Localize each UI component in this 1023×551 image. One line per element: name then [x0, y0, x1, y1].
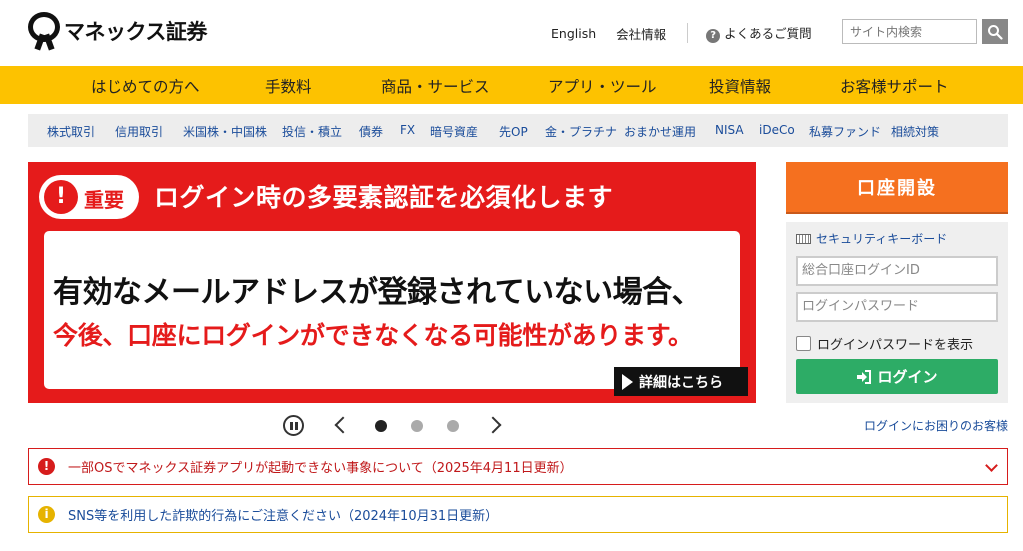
divider — [687, 23, 689, 43]
notice-text: 一部OSでマネックス証券アプリが起動できない事象について（2025年4月11日更… — [68, 461, 573, 476]
main-nav-investment-info[interactable]: 投資情報 — [709, 75, 771, 97]
banner-detail-button[interactable]: 詳細はこちら — [614, 367, 748, 396]
pause-button[interactable] — [283, 415, 304, 436]
sub-nav: 株式取引 信用取引 米国株・中国株 投信・積立 債券 FX 暗号資産 先OP 金… — [28, 114, 1008, 147]
login-panel: セキュリティキーボード 総合口座ログインID ログインパスワード ログインパスワ… — [786, 222, 1008, 403]
hero-banner[interactable]: ! 重要 ログイン時の多要素認証を必須化します 有効なメールアドレスが登録されて… — [28, 162, 756, 403]
sub-nav-item[interactable]: 暗号資産 — [430, 123, 478, 140]
main-nav: はじめての方へ 手数料 商品・サービス アプリ・ツール 投資情報 お客様サポート — [0, 66, 1023, 104]
main-nav-support[interactable]: お客様サポート — [840, 75, 949, 97]
faq-label: よくあるご質問 — [724, 26, 812, 41]
utility-links: English 会社情報 ? よくあるご質問 — [551, 23, 812, 43]
keyboard-icon — [796, 233, 811, 244]
exclamation-icon: ! — [44, 180, 78, 214]
sub-nav-item[interactable]: 株式取引 — [47, 123, 95, 140]
sub-nav-item[interactable]: iDeCo — [759, 123, 795, 137]
chevron-down-icon[interactable] — [985, 459, 998, 472]
sub-nav-item[interactable]: おまかせ運用 — [624, 123, 696, 140]
security-keyboard-link[interactable]: セキュリティキーボード — [796, 230, 947, 247]
site-header: マネックス証券 English 会社情報 ? よくあるご質問 — [0, 0, 1023, 66]
password-field[interactable]: ログインパスワード — [796, 292, 998, 322]
logo-text: マネックス証券 — [64, 20, 207, 44]
search-icon — [988, 24, 1003, 40]
main-nav-beginners[interactable]: はじめての方へ — [91, 75, 200, 97]
notice-warning[interactable]: i SNS等を利用した詐欺的行為にご注意ください（2024年10月31日更新） — [28, 496, 1008, 533]
sub-nav-item[interactable]: 相続対策 — [891, 123, 939, 140]
notice-text: SNS等を利用した詐欺的行為にご注意ください（2024年10月31日更新） — [68, 509, 499, 524]
logo[interactable]: マネックス証券 — [28, 12, 207, 51]
info-icon: i — [38, 506, 55, 523]
show-password-toggle[interactable]: ログインパスワードを表示 — [796, 334, 973, 353]
arrow-right-icon — [622, 373, 633, 390]
notice-error[interactable]: ! 一部OSでマネックス証券アプリが起動できない事象について（2025年4月11… — [28, 448, 1008, 485]
login-icon — [857, 369, 872, 384]
question-icon: ? — [706, 29, 721, 43]
login-button[interactable]: ログイン — [796, 359, 998, 394]
sub-nav-item[interactable]: 債券 — [359, 123, 383, 140]
site-search-input[interactable] — [842, 19, 977, 44]
banner-title: ログイン時の多要素認証を必須化します — [154, 183, 614, 212]
english-link[interactable]: English — [551, 26, 596, 41]
login-button-label: ログイン — [877, 368, 938, 386]
exclamation-icon: ! — [38, 458, 55, 475]
sub-nav-item[interactable]: 米国株・中国株 — [183, 123, 267, 140]
sub-nav-item[interactable]: 金・プラチナ — [545, 123, 617, 140]
sub-nav-item[interactable]: 先OP — [499, 123, 528, 140]
sub-nav-item[interactable]: 投信・積立 — [282, 123, 342, 140]
sub-nav-item[interactable]: 私募ファンド — [809, 123, 881, 140]
sub-nav-item[interactable]: 信用取引 — [115, 123, 163, 140]
carousel-controls — [283, 415, 513, 437]
sub-nav-item[interactable]: FX — [400, 123, 415, 137]
important-badge: ! 重要 — [39, 175, 139, 219]
carousel-dot[interactable] — [447, 420, 459, 432]
carousel-dot[interactable] — [375, 420, 387, 432]
main-nav-apps-tools[interactable]: アプリ・ツール — [548, 75, 657, 97]
banner-message-box: 有効なメールアドレスが登録されていない場合、 今後、口座にログインができなくなる… — [44, 231, 740, 389]
logo-mark-icon — [28, 12, 62, 51]
main-nav-products[interactable]: 商品・サービス — [381, 75, 490, 97]
badge-label: 重要 — [84, 188, 124, 212]
open-account-button[interactable]: 口座開設 — [786, 162, 1008, 212]
banner-line-2: 今後、口座にログインができなくなる可能性があります。 — [53, 321, 693, 350]
main-nav-fees[interactable]: 手数料 — [265, 75, 312, 97]
company-info-link[interactable]: 会社情報 — [616, 24, 666, 43]
login-id-field[interactable]: 総合口座ログインID — [796, 256, 998, 286]
chevron-left-icon[interactable] — [334, 416, 352, 434]
sub-nav-item[interactable]: NISA — [715, 123, 744, 137]
banner-line-1: 有効なメールアドレスが登録されていない場合、 — [53, 275, 702, 310]
chevron-right-icon[interactable] — [484, 416, 502, 434]
login-help-link[interactable]: ログインにお困りのお客様 — [864, 417, 1008, 434]
checkbox[interactable] — [796, 336, 811, 351]
banner-detail-label: 詳細はこちら — [639, 374, 723, 391]
show-password-label: ログインパスワードを表示 — [817, 338, 974, 353]
faq-link[interactable]: ? よくあるご質問 — [706, 23, 812, 43]
search-button[interactable] — [982, 19, 1008, 44]
carousel-dot[interactable] — [411, 420, 423, 432]
security-keyboard-label: セキュリティキーボード — [816, 232, 948, 246]
